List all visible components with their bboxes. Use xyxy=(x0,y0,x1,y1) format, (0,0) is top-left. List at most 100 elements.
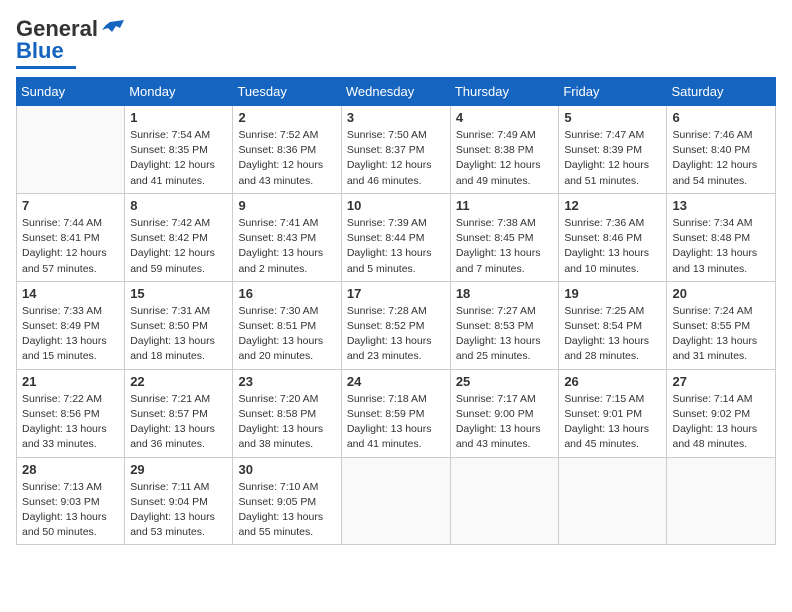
day-header-saturday: Saturday xyxy=(667,78,776,106)
day-number: 28 xyxy=(22,462,119,477)
calendar-cell: 26 Sunrise: 7:15 AMSunset: 9:01 PMDayligh… xyxy=(559,369,667,457)
day-info: Sunrise: 7:41 AMSunset: 8:43 PMDaylight:… xyxy=(238,216,335,277)
calendar-header-row: SundayMondayTuesdayWednesdayThursdayFrid… xyxy=(17,78,776,106)
calendar-cell: 29Sunrise: 7:11 AMSunset: 9:04 PMDayligh… xyxy=(125,457,233,545)
day-number: 19 xyxy=(564,286,661,301)
day-info: Sunrise: 7:27 AMSunset: 8:53 PMDaylight:… xyxy=(456,304,554,365)
day-number: 5 xyxy=(564,110,661,125)
day-number: 4 xyxy=(456,110,554,125)
day-info: Sunrise: 7:15 AMSunset: 9:01 PMDaylight:… xyxy=(564,392,661,453)
calendar-cell: 6 Sunrise: 7:46 AMSunset: 8:40 PMDaylight… xyxy=(667,106,776,194)
week-row-4: 21 Sunrise: 7:22 AMSunset: 8:56 PMDayligh… xyxy=(17,369,776,457)
calendar-cell: 13 Sunrise: 7:34 AMSunset: 8:48 PMDayligh… xyxy=(667,193,776,281)
day-info: Sunrise: 7:17 AMSunset: 9:00 PMDaylight:… xyxy=(456,392,554,453)
day-header-sunday: Sunday xyxy=(17,78,125,106)
day-number: 8 xyxy=(130,198,227,213)
day-number: 20 xyxy=(672,286,770,301)
day-number: 13 xyxy=(672,198,770,213)
day-number: 9 xyxy=(238,198,335,213)
day-number: 18 xyxy=(456,286,554,301)
logo: General Blue xyxy=(16,16,124,69)
calendar-cell: 10 Sunrise: 7:39 AMSunset: 8:44 PMDayligh… xyxy=(341,193,450,281)
day-info: Sunrise: 7:30 AMSunset: 8:51 PMDaylight:… xyxy=(238,304,335,365)
day-number: 21 xyxy=(22,374,119,389)
calendar-cell: 24 Sunrise: 7:18 AMSunset: 8:59 PMDayligh… xyxy=(341,369,450,457)
day-info: Sunrise: 7:20 AMSunset: 8:58 PMDaylight:… xyxy=(238,392,335,453)
day-number: 16 xyxy=(238,286,335,301)
day-info: Sunrise: 7:52 AMSunset: 8:36 PMDaylight:… xyxy=(238,128,335,189)
calendar-cell: 14 Sunrise: 7:33 AMSunset: 8:49 PMDayligh… xyxy=(17,281,125,369)
day-info: Sunrise: 7:36 AMSunset: 8:46 PMDaylight:… xyxy=(564,216,661,277)
day-number: 10 xyxy=(347,198,445,213)
day-info: Sunrise: 7:54 AMSunset: 8:35 PMDaylight:… xyxy=(130,128,227,189)
week-row-3: 14 Sunrise: 7:33 AMSunset: 8:49 PMDayligh… xyxy=(17,281,776,369)
logo-blue: Blue xyxy=(16,38,64,63)
day-info: Sunrise: 7:14 AMSunset: 9:02 PMDaylight:… xyxy=(672,392,770,453)
day-info: Sunrise: 7:31 AMSunset: 8:50 PMDaylight:… xyxy=(130,304,227,365)
calendar-cell: 9 Sunrise: 7:41 AMSunset: 8:43 PMDaylight… xyxy=(233,193,341,281)
calendar-cell: 4 Sunrise: 7:49 AMSunset: 8:38 PMDaylight… xyxy=(450,106,559,194)
logo-underline xyxy=(16,66,76,69)
calendar-cell xyxy=(17,106,125,194)
day-number: 7 xyxy=(22,198,119,213)
calendar-cell: 27 Sunrise: 7:14 AMSunset: 9:02 PMDayligh… xyxy=(667,369,776,457)
day-info: Sunrise: 7:34 AMSunset: 8:48 PMDaylight:… xyxy=(672,216,770,277)
day-info: Sunrise: 7:46 AMSunset: 8:40 PMDaylight:… xyxy=(672,128,770,189)
day-header-wednesday: Wednesday xyxy=(341,78,450,106)
day-info: Sunrise: 7:13 AMSunset: 9:03 PMDaylight:… xyxy=(22,480,119,541)
day-number: 26 xyxy=(564,374,661,389)
day-info: Sunrise: 7:33 AMSunset: 8:49 PMDaylight:… xyxy=(22,304,119,365)
calendar-cell xyxy=(667,457,776,545)
calendar-cell: 23 Sunrise: 7:20 AMSunset: 8:58 PMDayligh… xyxy=(233,369,341,457)
day-number: 27 xyxy=(672,374,770,389)
calendar-cell: 28 Sunrise: 7:13 AMSunset: 9:03 PMDayligh… xyxy=(17,457,125,545)
day-info: Sunrise: 7:11 AMSunset: 9:04 PMDaylight:… xyxy=(130,480,227,541)
day-number: 17 xyxy=(347,286,445,301)
calendar-cell: 8 Sunrise: 7:42 AMSunset: 8:42 PMDaylight… xyxy=(125,193,233,281)
calendar-body: 1 Sunrise: 7:54 AMSunset: 8:35 PMDaylight… xyxy=(17,106,776,545)
day-number: 30 xyxy=(238,462,335,477)
calendar-cell: 1 Sunrise: 7:54 AMSunset: 8:35 PMDaylight… xyxy=(125,106,233,194)
day-info: Sunrise: 7:39 AMSunset: 8:44 PMDaylight:… xyxy=(347,216,445,277)
calendar-cell: 20Sunrise: 7:24 AMSunset: 8:55 PMDayligh… xyxy=(667,281,776,369)
logo-bird-icon xyxy=(102,18,124,40)
day-info: Sunrise: 7:38 AMSunset: 8:45 PMDaylight:… xyxy=(456,216,554,277)
day-number: 23 xyxy=(238,374,335,389)
day-info: Sunrise: 7:28 AMSunset: 8:52 PMDaylight:… xyxy=(347,304,445,365)
day-info: Sunrise: 7:21 AMSunset: 8:57 PMDaylight:… xyxy=(130,392,227,453)
calendar-cell xyxy=(341,457,450,545)
calendar-cell: 21 Sunrise: 7:22 AMSunset: 8:56 PMDayligh… xyxy=(17,369,125,457)
week-row-1: 1 Sunrise: 7:54 AMSunset: 8:35 PMDaylight… xyxy=(17,106,776,194)
day-info: Sunrise: 7:44 AMSunset: 8:41 PMDaylight:… xyxy=(22,216,119,277)
day-number: 24 xyxy=(347,374,445,389)
day-number: 6 xyxy=(672,110,770,125)
day-number: 2 xyxy=(238,110,335,125)
day-info: Sunrise: 7:42 AMSunset: 8:42 PMDaylight:… xyxy=(130,216,227,277)
day-info: Sunrise: 7:49 AMSunset: 8:38 PMDaylight:… xyxy=(456,128,554,189)
calendar-cell: 19 Sunrise: 7:25 AMSunset: 8:54 PMDayligh… xyxy=(559,281,667,369)
day-number: 11 xyxy=(456,198,554,213)
day-info: Sunrise: 7:25 AMSunset: 8:54 PMDaylight:… xyxy=(564,304,661,365)
calendar-cell: 12 Sunrise: 7:36 AMSunset: 8:46 PMDayligh… xyxy=(559,193,667,281)
day-info: Sunrise: 7:50 AMSunset: 8:37 PMDaylight:… xyxy=(347,128,445,189)
calendar-cell: 15Sunrise: 7:31 AMSunset: 8:50 PMDayligh… xyxy=(125,281,233,369)
day-number: 25 xyxy=(456,374,554,389)
week-row-2: 7 Sunrise: 7:44 AMSunset: 8:41 PMDaylight… xyxy=(17,193,776,281)
day-header-tuesday: Tuesday xyxy=(233,78,341,106)
calendar-cell: 2 Sunrise: 7:52 AMSunset: 8:36 PMDaylight… xyxy=(233,106,341,194)
day-number: 14 xyxy=(22,286,119,301)
calendar-cell: 11 Sunrise: 7:38 AMSunset: 8:45 PMDayligh… xyxy=(450,193,559,281)
day-number: 12 xyxy=(564,198,661,213)
day-number: 1 xyxy=(130,110,227,125)
day-number: 3 xyxy=(347,110,445,125)
calendar-cell: 5Sunrise: 7:47 AMSunset: 8:39 PMDaylight… xyxy=(559,106,667,194)
calendar-cell xyxy=(450,457,559,545)
calendar-cell: 7 Sunrise: 7:44 AMSunset: 8:41 PMDaylight… xyxy=(17,193,125,281)
day-number: 22 xyxy=(130,374,227,389)
calendar-cell: 25 Sunrise: 7:17 AMSunset: 9:00 PMDayligh… xyxy=(450,369,559,457)
calendar-cell: 16 Sunrise: 7:30 AMSunset: 8:51 PMDayligh… xyxy=(233,281,341,369)
day-info: Sunrise: 7:22 AMSunset: 8:56 PMDaylight:… xyxy=(22,392,119,453)
calendar-cell: 22 Sunrise: 7:21 AMSunset: 8:57 PMDayligh… xyxy=(125,369,233,457)
day-info: Sunrise: 7:18 AMSunset: 8:59 PMDaylight:… xyxy=(347,392,445,453)
calendar-cell: 3 Sunrise: 7:50 AMSunset: 8:37 PMDaylight… xyxy=(341,106,450,194)
